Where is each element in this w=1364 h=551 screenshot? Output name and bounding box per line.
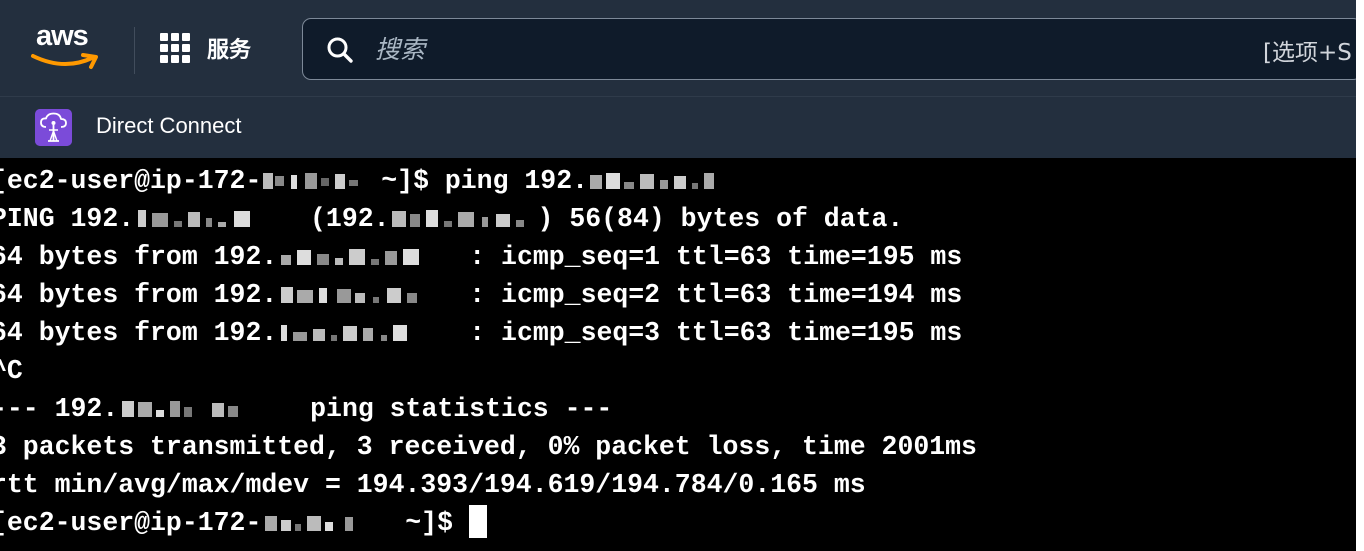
- terminal-output[interactable]: [ec2-user@ip-172- ~]$ ping 192. PING 192…: [0, 158, 1356, 551]
- redacted-ip: [277, 242, 469, 265]
- terminal-line: [ec2-user@ip-172- ~]$ ping 192.: [0, 162, 748, 200]
- app-window: aws 服务 [选项+S: [0, 0, 1356, 551]
- nav-divider: [134, 27, 135, 74]
- terminal-text: : icmp_seq=3 ttl=63 time=195 ms: [469, 318, 963, 348]
- terminal-line: 64 bytes from 192. : icmp_seq=2 ttl=63 ti…: [0, 276, 962, 314]
- terminal-text: ping statistics ---: [294, 394, 613, 424]
- search-icon: [327, 37, 353, 63]
- redacted-ip: [118, 394, 294, 417]
- direct-connect-icon[interactable]: [35, 109, 72, 146]
- service-name[interactable]: Direct Connect: [96, 113, 242, 139]
- redacted-ip: [261, 508, 389, 531]
- terminal-text: 64 bytes from 192.: [0, 280, 278, 310]
- terminal-text: [ec2-user@ip-172-: [0, 166, 262, 196]
- redacted-ip: [588, 166, 748, 189]
- terminal-text: ~]$: [389, 508, 469, 538]
- terminal-text: : icmp_seq=1 ttl=63 time=195 ms: [469, 242, 963, 272]
- terminal-line: --- 192. ping statistics ---: [0, 390, 612, 428]
- redacted-ip: [261, 166, 365, 189]
- redacted-ip: [134, 204, 294, 227]
- aws-smile-icon: [31, 53, 98, 69]
- redacted-ip: [277, 318, 469, 341]
- terminal-text: 64 bytes from 192.: [0, 242, 278, 272]
- search-box[interactable]: [选项+S: [302, 18, 1356, 80]
- search-input[interactable]: [375, 29, 1255, 69]
- redacted-ip: [277, 280, 469, 303]
- top-navigation-bar: aws 服务 [选项+S: [0, 0, 1356, 96]
- terminal-text: --- 192.: [0, 394, 119, 424]
- terminal-text: [ec2-user@ip-172-: [0, 508, 262, 538]
- terminal-text: ^C: [0, 356, 23, 386]
- terminal-text: 3 packets transmitted, 3 received, 0% pa…: [0, 432, 977, 462]
- terminal-line: PING 192. (192. ) 56(84) bytes of data.: [0, 200, 903, 238]
- terminal-text: : icmp_seq=2 ttl=63 time=194 ms: [469, 280, 963, 310]
- terminal-text: (192.: [294, 204, 390, 234]
- services-menu-button[interactable]: 服务: [160, 26, 251, 70]
- terminal-text: ~]$ ping 192.: [365, 166, 588, 196]
- aws-logo[interactable]: aws: [30, 18, 106, 72]
- terminal-line: ^C: [0, 352, 23, 390]
- terminal-text: ) 56(84) bytes of data.: [537, 204, 904, 234]
- service-bar: Direct Connect: [0, 96, 1356, 158]
- grid-icon: [160, 32, 191, 64]
- redacted-ip: [390, 204, 538, 227]
- search-shortcut-hint: [选项+S: [1263, 40, 1352, 66]
- terminal-text: 64 bytes from 192.: [0, 318, 278, 348]
- terminal-text: rtt min/avg/max/mdev = 194.393/194.619/1…: [0, 470, 866, 500]
- services-label: 服务: [207, 38, 252, 63]
- aws-logo-text: aws: [36, 20, 89, 52]
- terminal-line: 3 packets transmitted, 3 received, 0% pa…: [0, 428, 977, 466]
- terminal-line: 64 bytes from 192. : icmp_seq=1 ttl=63 ti…: [0, 238, 962, 276]
- terminal-line: rtt min/avg/max/mdev = 194.393/194.619/1…: [0, 466, 866, 504]
- terminal-line: [ec2-user@ip-172- ~]$: [0, 504, 487, 542]
- block-cursor: [468, 504, 487, 538]
- terminal-text: PING 192.: [0, 204, 135, 234]
- terminal-line: 64 bytes from 192. : icmp_seq=3 ttl=63 ti…: [0, 314, 962, 352]
